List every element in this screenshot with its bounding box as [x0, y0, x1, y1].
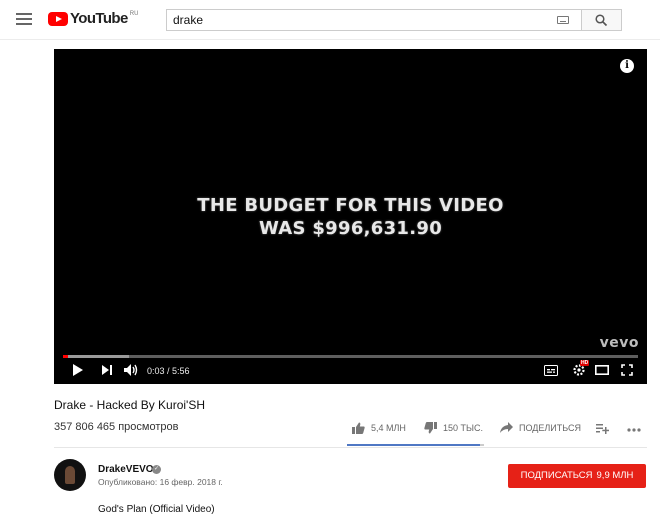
progress-played: [63, 355, 69, 358]
sentiment-bar: [347, 444, 484, 446]
theater-mode-icon[interactable]: [595, 365, 609, 375]
video-frame-text: THE BUDGET FOR THIS VIDEO WAS $996,631.9…: [54, 194, 647, 240]
share-icon: [500, 422, 513, 433]
like-button[interactable]: 5,4 МЛН: [352, 422, 406, 434]
subscribe-label: ПОДПИСАТЬСЯ: [520, 470, 593, 481]
fullscreen-icon[interactable]: [621, 364, 633, 376]
progress-bar[interactable]: [63, 355, 638, 358]
subscribe-button[interactable]: ПОДПИСАТЬСЯ 9,9 МЛН: [508, 464, 646, 488]
verified-icon: ✓: [152, 465, 161, 474]
view-count: 357 806 465 просмотров: [54, 421, 179, 433]
volume-icon[interactable]: [123, 363, 139, 377]
info-icon[interactable]: i: [620, 59, 634, 73]
progress-loaded: [63, 355, 130, 358]
masthead: YouTube RU: [0, 0, 660, 40]
divider: [54, 447, 647, 448]
video-frame-line-1: THE BUDGET FOR THIS VIDEO: [197, 195, 504, 216]
share-button[interactable]: ПОДЕЛИТЬСЯ: [500, 422, 581, 433]
settings-button[interactable]: HD: [572, 360, 590, 377]
dislike-button[interactable]: 150 ТЫС.: [424, 422, 483, 434]
hamburger-menu-icon[interactable]: [16, 13, 32, 26]
play-icon[interactable]: [72, 363, 84, 377]
add-to-playlist-icon: [596, 424, 609, 434]
channel-name[interactable]: DrakeVEVO: [98, 464, 154, 475]
search-input[interactable]: [167, 10, 547, 30]
hd-badge: HD: [580, 360, 590, 366]
video-frame-line-2: WAS $996,631.90: [258, 218, 443, 239]
logo-text: YouTube: [70, 10, 128, 27]
vevo-watermark: vevo: [599, 335, 639, 351]
share-label: ПОДЕЛИТЬСЯ: [519, 422, 581, 433]
search-button[interactable]: [581, 9, 622, 31]
time-display: 0:03 / 5:56: [147, 366, 190, 376]
subtitles-icon[interactable]: [544, 365, 558, 376]
search-box: [166, 9, 582, 31]
next-icon[interactable]: [101, 364, 113, 376]
more-horizontal-icon: [627, 428, 641, 432]
video-player[interactable]: i THE BUDGET FOR THIS VIDEO WAS $996,631…: [54, 49, 647, 384]
channel-avatar[interactable]: [54, 459, 86, 491]
sentiment-like-fill: [347, 444, 480, 446]
youtube-play-icon: [48, 12, 68, 26]
search-icon: [595, 14, 608, 27]
add-to-playlist-button[interactable]: [596, 423, 609, 434]
subscriber-count: 9,9 МЛН: [596, 470, 634, 481]
thumbs-down-icon: [424, 422, 437, 434]
player-controls: 0:03 / 5:56 HD: [54, 360, 647, 383]
more-actions-button[interactable]: [627, 428, 641, 432]
logo-region: RU: [129, 11, 139, 17]
thumbs-up-icon: [352, 422, 365, 434]
publish-date: Опубликовано: 16 февр. 2018 г.: [98, 477, 223, 487]
like-count: 5,4 МЛН: [371, 423, 406, 433]
video-description: God's Plan (Official Video): [98, 504, 215, 515]
youtube-logo[interactable]: YouTube RU: [48, 10, 138, 30]
keyboard-icon[interactable]: [557, 16, 569, 24]
dislike-count: 150 ТЫС.: [443, 423, 483, 433]
video-title: Drake - Hacked By Kuroi'SH: [54, 398, 206, 412]
